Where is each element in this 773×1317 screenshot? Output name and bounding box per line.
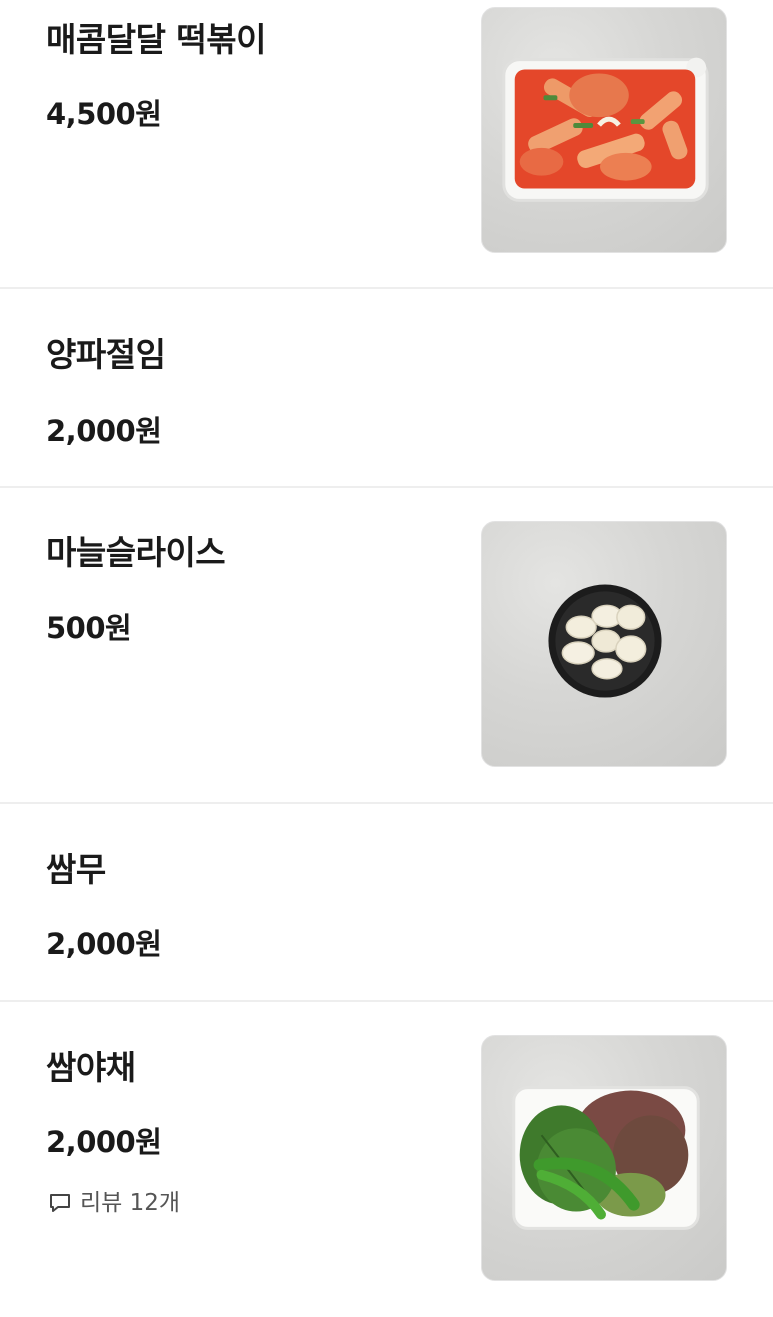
menu-item-name: 쌈야채 [46, 1048, 136, 1087]
tteokbokki-image [502, 57, 709, 202]
menu-item-price: 4,500원 [46, 97, 162, 131]
menu-item-price: 2,000원 [46, 414, 162, 448]
menu-item-name: 매콤달달 떡볶이 [46, 20, 267, 59]
menu-item-name: 양파절임 [46, 335, 166, 374]
menu-item-name: 마늘슬라이스 [46, 533, 226, 572]
menu-item-image-garlic[interactable] [481, 521, 727, 767]
menu-item-price: 500원 [46, 611, 132, 645]
menu-item-price: 2,000원 [46, 1125, 162, 1159]
menu-list: 매콤달달 떡볶이 4,500원 양파절임 2,000원 마늘슬라이스 500원 … [0, 0, 773, 1317]
menu-item-image-tteokbokki[interactable] [481, 7, 727, 253]
menu-item-image-lettuce[interactable] [481, 1035, 727, 1281]
review-count-label: 리뷰 12개 [80, 1190, 181, 1216]
menu-item-lettuce-wrap[interactable]: 쌈야채 2,000원 리뷰 12개 [0, 1002, 773, 1317]
speech-bubble-icon [48, 1191, 72, 1215]
menu-item-name: 쌈무 [46, 850, 106, 889]
menu-item-pickled-radish[interactable]: 쌈무 2,000원 [0, 804, 773, 1002]
menu-item-price: 2,000원 [46, 927, 162, 961]
menu-item-garlic-slice[interactable]: 마늘슬라이스 500원 [0, 488, 773, 804]
menu-item-tteokbokki[interactable]: 매콤달달 떡볶이 4,500원 [0, 0, 773, 289]
menu-item-pickled-onion[interactable]: 양파절임 2,000원 [0, 289, 773, 488]
review-count[interactable]: 리뷰 12개 [48, 1188, 180, 1218]
garlic-image [548, 584, 662, 698]
lettuce-image [512, 1086, 700, 1230]
